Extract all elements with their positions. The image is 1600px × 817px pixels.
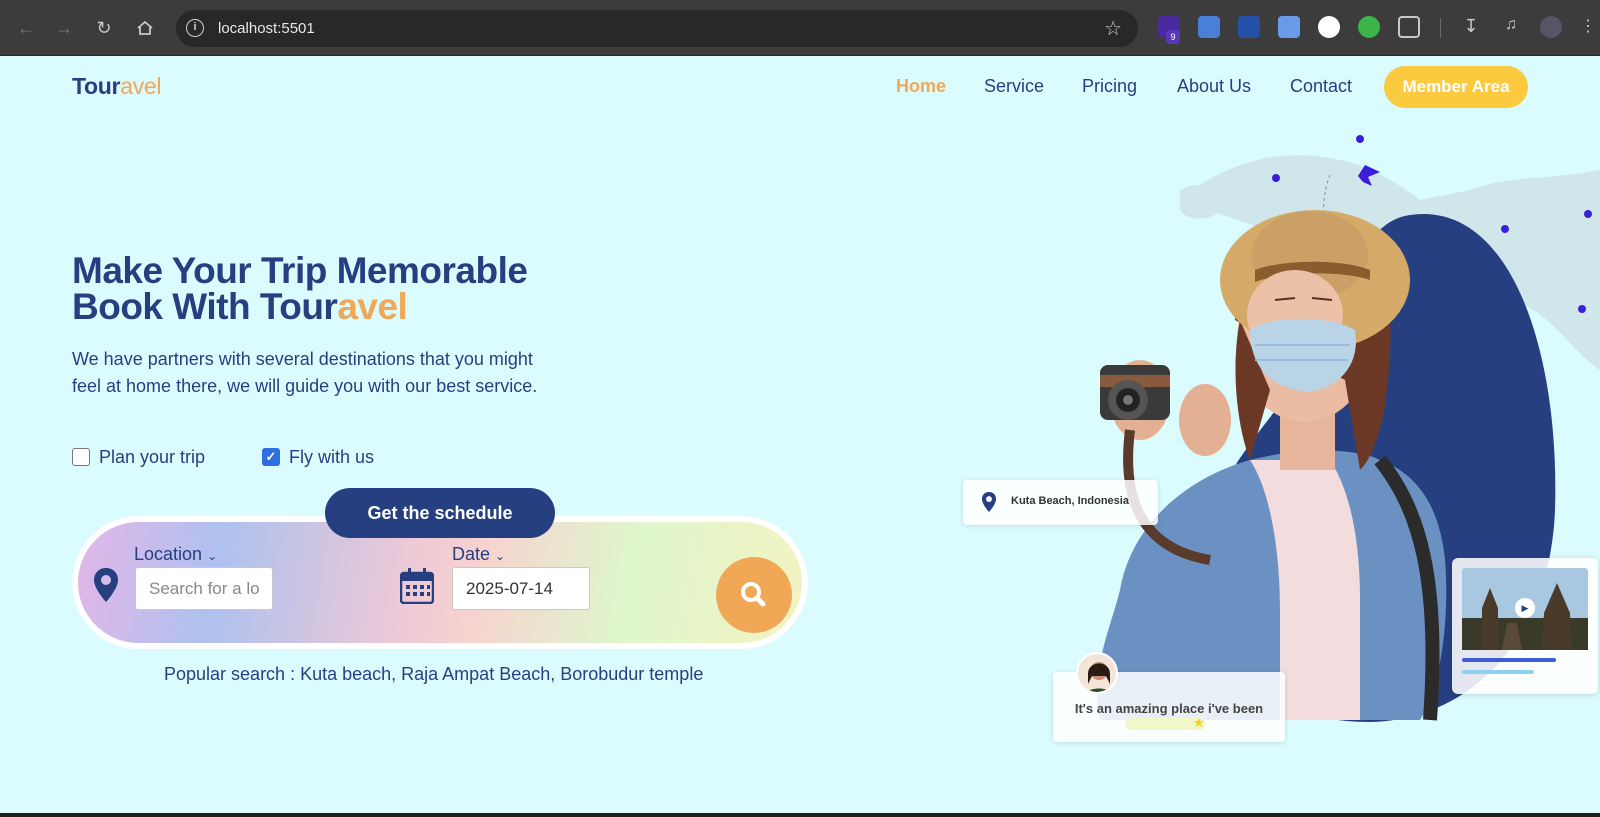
review-text: It's an amazing place i've been [1074, 701, 1264, 716]
location-input[interactable] [135, 567, 273, 610]
extension-icon[interactable] [1278, 16, 1300, 38]
chevron-down-icon: ⌄ [207, 549, 218, 563]
download-icon[interactable]: ↧ [1460, 16, 1482, 38]
forward-icon[interactable]: → [50, 14, 78, 42]
nav-about-us[interactable]: About Us [1177, 76, 1251, 97]
toolbar-divider [1440, 18, 1441, 38]
site-info-icon[interactable]: i [186, 19, 204, 37]
extension-icon[interactable] [1238, 16, 1260, 38]
menu-icon[interactable]: ⋮ [1580, 16, 1596, 38]
extension-icon[interactable] [1318, 16, 1340, 38]
profile-avatar[interactable] [1540, 16, 1562, 38]
fly-with-us-label[interactable]: Fly with us [289, 447, 374, 468]
site-logo[interactable]: Touravel [72, 73, 162, 100]
video-subtitle-bar [1462, 670, 1534, 674]
url-text[interactable]: localhost:5501 [218, 20, 315, 37]
browser-toolbar: ← → ↻ i localhost:5501 ☆ 9 ↧ ♫ ⋮ [0, 0, 1600, 56]
search-button[interactable] [716, 557, 792, 633]
nav-service[interactable]: Service [984, 76, 1044, 97]
nav-home[interactable]: Home [896, 76, 946, 97]
date-input[interactable] [452, 567, 590, 610]
calendar-icon [399, 568, 435, 609]
back-icon[interactable]: ← [12, 14, 40, 42]
hero-title: Make Your Trip Memorable Book With Toura… [72, 250, 528, 327]
nav-pricing[interactable]: Pricing [1082, 76, 1137, 97]
media-icon[interactable]: ♫ [1500, 16, 1522, 38]
member-area-button[interactable]: Member Area [1384, 66, 1528, 108]
plan-trip-checkbox[interactable] [72, 448, 90, 466]
extension-badge: 9 [1166, 30, 1180, 44]
location-label[interactable]: Location ⌄ [134, 544, 217, 565]
translate-extension-icon[interactable] [1198, 16, 1220, 38]
plan-trip-label[interactable]: Plan your trip [99, 447, 205, 468]
video-progress-bar [1462, 658, 1556, 662]
search-icon [741, 582, 766, 607]
location-pin-icon [981, 492, 997, 512]
date-label[interactable]: Date ⌄ [452, 544, 505, 565]
extension-icon[interactable] [1358, 16, 1380, 38]
page-bottom-edge [0, 813, 1600, 817]
home-icon[interactable] [131, 14, 159, 42]
location-card: Kuta Beach, Indonesia [963, 480, 1158, 525]
play-icon[interactable]: ▶ [1515, 598, 1535, 618]
address-bar[interactable]: i localhost:5501 ☆ [176, 10, 1138, 47]
get-schedule-button[interactable]: Get the schedule [325, 488, 555, 538]
location-card-text: Kuta Beach, Indonesia [1011, 495, 1129, 507]
fly-with-us-checkbox[interactable]: ✓ [262, 448, 280, 466]
reload-icon[interactable]: ↻ [90, 14, 118, 42]
hero-description: We have partners with several destinatio… [72, 349, 538, 396]
extensions-puzzle-icon[interactable] [1398, 16, 1420, 38]
chevron-down-icon: ⌄ [495, 549, 506, 563]
popular-searches: Popular search : Kuta beach, Raja Ampat … [164, 664, 704, 684]
bookmark-star-icon[interactable]: ☆ [1104, 16, 1122, 41]
video-card[interactable]: ▶ [1452, 558, 1598, 694]
star-icon: ★ [1193, 715, 1205, 730]
nav-contact[interactable]: Contact [1290, 76, 1352, 97]
reviewer-avatar [1076, 652, 1118, 694]
location-pin-icon [94, 568, 118, 607]
